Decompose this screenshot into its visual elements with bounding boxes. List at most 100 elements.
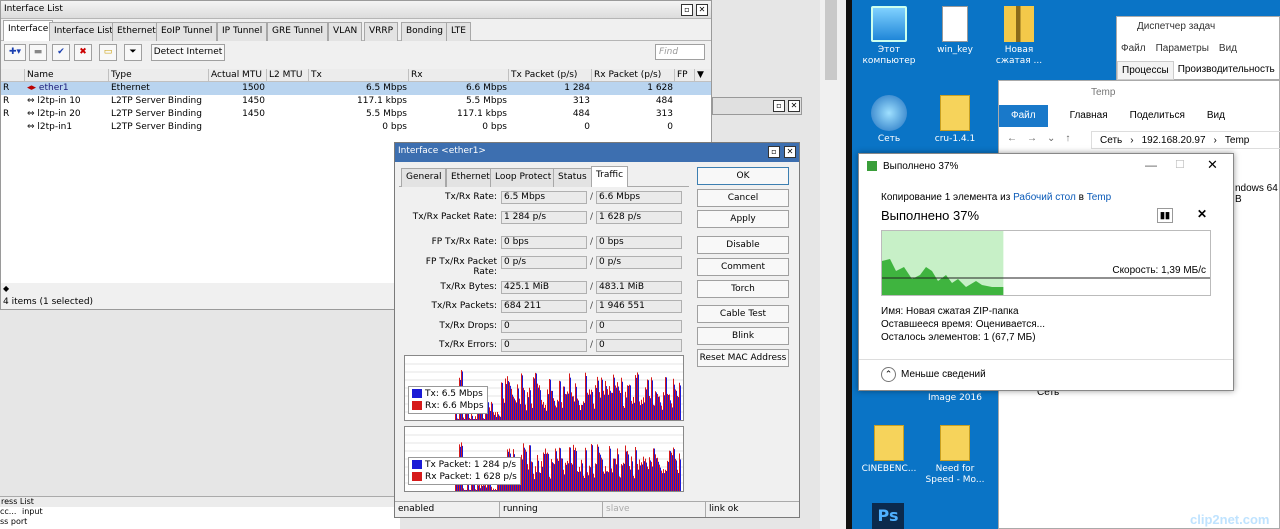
tab-bonding[interactable]: Bonding [401, 22, 449, 41]
tab-ip-tunnel[interactable]: IP Tunnel [217, 22, 268, 41]
menu-file[interactable]: Файл [1121, 43, 1146, 54]
close-icon[interactable]: ✕ [784, 146, 796, 158]
minimize-icon[interactable]: — [1145, 158, 1157, 172]
tab-lte[interactable]: LTE [446, 22, 471, 41]
tab-gre-tunnel[interactable]: GRE Tunnel [267, 22, 329, 41]
field-rx-value[interactable]: 483.1 MiB [596, 281, 682, 294]
field-tx-value[interactable]: 0 [501, 320, 587, 333]
restore-icon[interactable]: ▫ [768, 146, 780, 158]
photoshop-icon[interactable]: Ps [872, 503, 904, 529]
tab-ethernet[interactable]: Ethernet [112, 22, 161, 41]
field-rx-value[interactable]: 0 [596, 339, 682, 352]
field-tx-value[interactable]: 425.1 MiB [501, 281, 587, 294]
tab-ethernet[interactable]: Ethernet [446, 168, 495, 187]
maximize-icon[interactable]: ☐ [1175, 158, 1185, 171]
column-menu-icon[interactable]: ▼ [695, 69, 709, 81]
col-rx[interactable]: Rx [409, 69, 509, 81]
detect-internet-button[interactable]: Detect Internet [151, 44, 225, 61]
cancel-button[interactable]: Cancel [697, 189, 789, 207]
field-rx-value[interactable]: 0 p/s [596, 256, 682, 269]
field-tx-value[interactable]: 0 p/s [501, 256, 587, 269]
task-manager-title[interactable]: Диспетчер задач [1117, 17, 1279, 32]
tab-performance[interactable]: Производительность [1174, 61, 1279, 80]
field-rx-value[interactable]: 6.6 Mbps [596, 191, 682, 204]
forward-icon[interactable]: → [1027, 133, 1037, 144]
tab-eoip-tunnel[interactable]: EoIP Tunnel [156, 22, 218, 41]
source-link[interactable]: Рабочий стол [1013, 192, 1076, 203]
torch-button[interactable]: Torch [697, 280, 789, 298]
field-tx-value[interactable]: 0 bps [501, 236, 587, 249]
tab-traffic[interactable]: Traffic [591, 166, 629, 187]
list-item[interactable]: ss port [0, 517, 400, 527]
field-rx-value[interactable]: 1 946 551 [596, 300, 682, 313]
ok-button[interactable]: OK [697, 167, 789, 185]
restore-icon[interactable]: ▫ [681, 4, 693, 16]
field-rx-value[interactable]: 0 [596, 320, 682, 333]
remove-icon[interactable]: ▬ [29, 44, 47, 61]
col-fp[interactable]: FP [675, 69, 695, 81]
breadcrumb-temp[interactable]: Temp [1225, 135, 1249, 148]
desktop-icon-network[interactable]: Сеть [856, 95, 922, 145]
desktop-icon-image-2016[interactable]: Image 2016 [922, 393, 988, 404]
tab-interface[interactable]: Interface [3, 20, 54, 41]
menu-options[interactable]: Параметры [1156, 43, 1209, 54]
menu-view[interactable]: Вид [1219, 43, 1237, 54]
find-input[interactable]: Find [655, 44, 705, 60]
chevron-up-icon[interactable]: ⌃ [881, 367, 896, 382]
enable-icon[interactable]: ✔ [52, 44, 70, 61]
filter-icon[interactable]: ⏷ [124, 44, 142, 61]
cable-test-button[interactable]: Cable Test [697, 305, 789, 323]
ribbon-view[interactable]: Вид [1207, 105, 1225, 127]
comment-button[interactable]: Comment [697, 258, 789, 276]
tab-loop-protect[interactable]: Loop Protect [490, 168, 557, 187]
close-icon[interactable]: ✕ [1207, 157, 1218, 173]
background-window-titlebar[interactable]: ▫ ✕ [712, 97, 802, 115]
tab-vlan[interactable]: VLAN [328, 22, 363, 41]
tab-general[interactable]: General [401, 168, 447, 187]
dialog-titlebar[interactable]: Interface <ether1> ▫ ✕ [395, 143, 799, 162]
col-flag[interactable] [1, 69, 25, 81]
field-tx-value[interactable]: 0 [501, 339, 587, 352]
apply-button[interactable]: Apply [697, 210, 789, 228]
destination-link[interactable]: Temp [1087, 192, 1111, 203]
address-bar[interactable]: Сеть › 192.168.20.97 › Temp [1091, 131, 1280, 149]
tab-status[interactable]: Status [553, 168, 592, 187]
breadcrumb-host[interactable]: 192.168.20.97 [1142, 135, 1206, 148]
explorer-title[interactable]: Temp [999, 81, 1279, 103]
table-row[interactable]: R ⇔ l2tp-in 20 L2TP Server Binding 1450 … [1, 108, 711, 121]
recent-icon[interactable]: ⌄ [1047, 133, 1055, 144]
field-tx-value[interactable]: 6.5 Mbps [501, 191, 587, 204]
desktop-icon-cru[interactable]: cru-1.4.1 [922, 95, 988, 145]
add-icon[interactable]: ✚▾ [4, 44, 26, 61]
ribbon-file[interactable]: Файл [999, 105, 1048, 127]
up-icon[interactable]: ↑ [1065, 133, 1070, 144]
field-tx-value[interactable]: 684 211 [501, 300, 587, 313]
desktop-icon-zip[interactable]: Новая сжатая ... [986, 6, 1052, 67]
col-tx[interactable]: Tx [309, 69, 409, 81]
col-tx-packet[interactable]: Tx Packet (p/s) [509, 69, 592, 81]
table-row[interactable]: R ⇔ l2tp-in 10 L2TP Server Binding 1450 … [1, 95, 711, 108]
field-tx-value[interactable]: 1 284 p/s [501, 211, 587, 224]
interface-list-titlebar[interactable]: Interface List ▫ ✕ [1, 1, 711, 19]
blink-button[interactable]: Blink [697, 327, 789, 345]
tab-processes[interactable]: Процессы [1117, 61, 1174, 80]
desktop-icon-nfs[interactable]: Need for Speed - Mo... [922, 425, 988, 486]
table-row[interactable]: ⇔ l2tp-in1 L2TP Server Binding 0 bps 0 b… [1, 121, 711, 134]
scroll-left-icon[interactable]: ◆ [3, 284, 11, 294]
ribbon-home[interactable]: Главная [1070, 105, 1108, 127]
reset-mac-address-button[interactable]: Reset MAC Address [697, 349, 789, 367]
disable-icon[interactable]: ✖ [74, 44, 92, 61]
scrollbar-thumb[interactable] [825, 0, 837, 80]
ribbon-share[interactable]: Поделиться [1130, 105, 1185, 127]
restore-icon[interactable]: ▫ [773, 100, 785, 112]
close-icon[interactable]: ✕ [788, 100, 800, 112]
breadcrumb-network[interactable]: Сеть [1100, 135, 1122, 148]
list-item[interactable]: cc... input [0, 507, 400, 517]
pause-button[interactable]: ▮▮ [1157, 208, 1173, 223]
col-rx-packet[interactable]: Rx Packet (p/s) [592, 69, 675, 81]
back-icon[interactable]: ← [1007, 133, 1017, 144]
col-type[interactable]: Type [109, 69, 209, 81]
col-actual-mtu[interactable]: Actual MTU [209, 69, 267, 81]
less-details-button[interactable]: Меньше сведений [901, 369, 986, 380]
tab-vrrp[interactable]: VRRP [364, 22, 399, 41]
